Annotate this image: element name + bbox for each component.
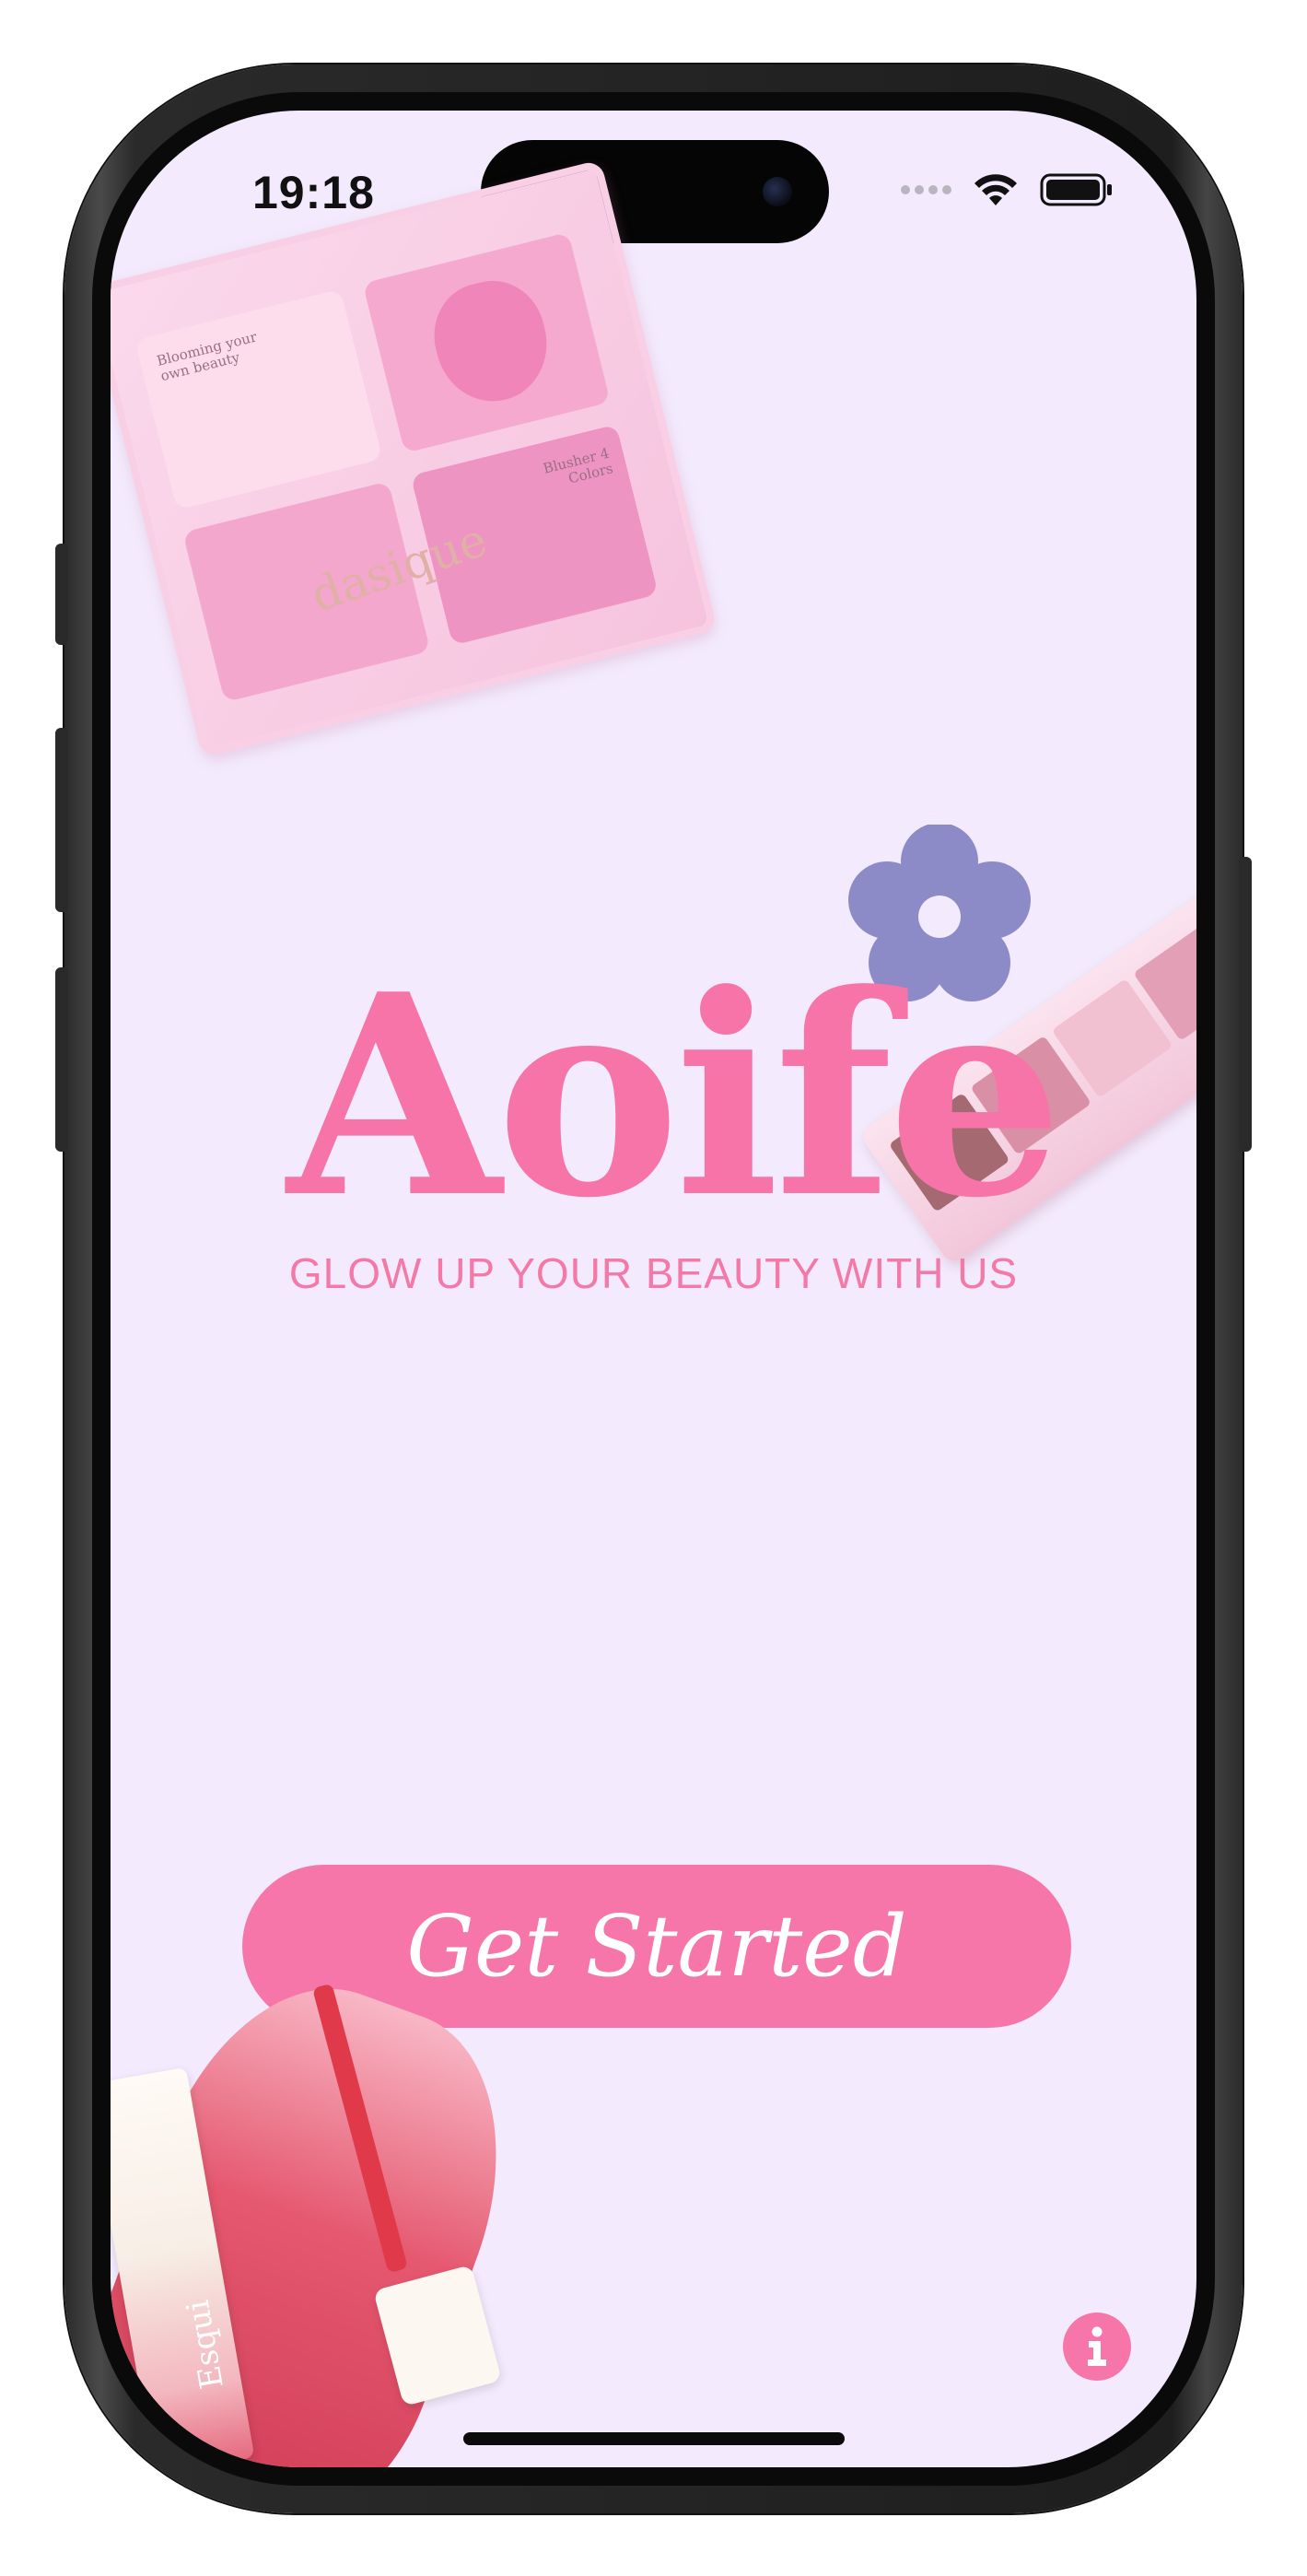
- info-icon: [1088, 2326, 1106, 2366]
- volume-up-button: [55, 728, 68, 912]
- wifi-icon: [974, 174, 1017, 205]
- home-indicator[interactable]: [463, 2432, 845, 2445]
- status-icons: [901, 170, 1114, 210]
- status-time: 19:18: [252, 167, 375, 218]
- blush-palette-image: Blooming your own beauty Blusher 4 Color…: [111, 159, 718, 758]
- action-button: [55, 544, 68, 645]
- info-button[interactable]: [1063, 2313, 1131, 2381]
- blush-pan: [134, 288, 383, 510]
- app-logo: Aoife: [286, 933, 1064, 1259]
- tagline: GLOW UP YOUR BEAUTY WITH US: [288, 1249, 1019, 1297]
- get-started-label: Get Started: [406, 1897, 907, 1996]
- volume-down-button: [55, 967, 68, 1152]
- signal-icon: [901, 185, 951, 194]
- camera-icon: [763, 177, 792, 206]
- lip-brand-text: Esqui: [179, 2297, 231, 2392]
- power-button: [1239, 857, 1252, 1152]
- app-screen: 19:18 Blooming your own beauty Blusher 4…: [111, 111, 1196, 2467]
- battery-icon: [1040, 173, 1112, 206]
